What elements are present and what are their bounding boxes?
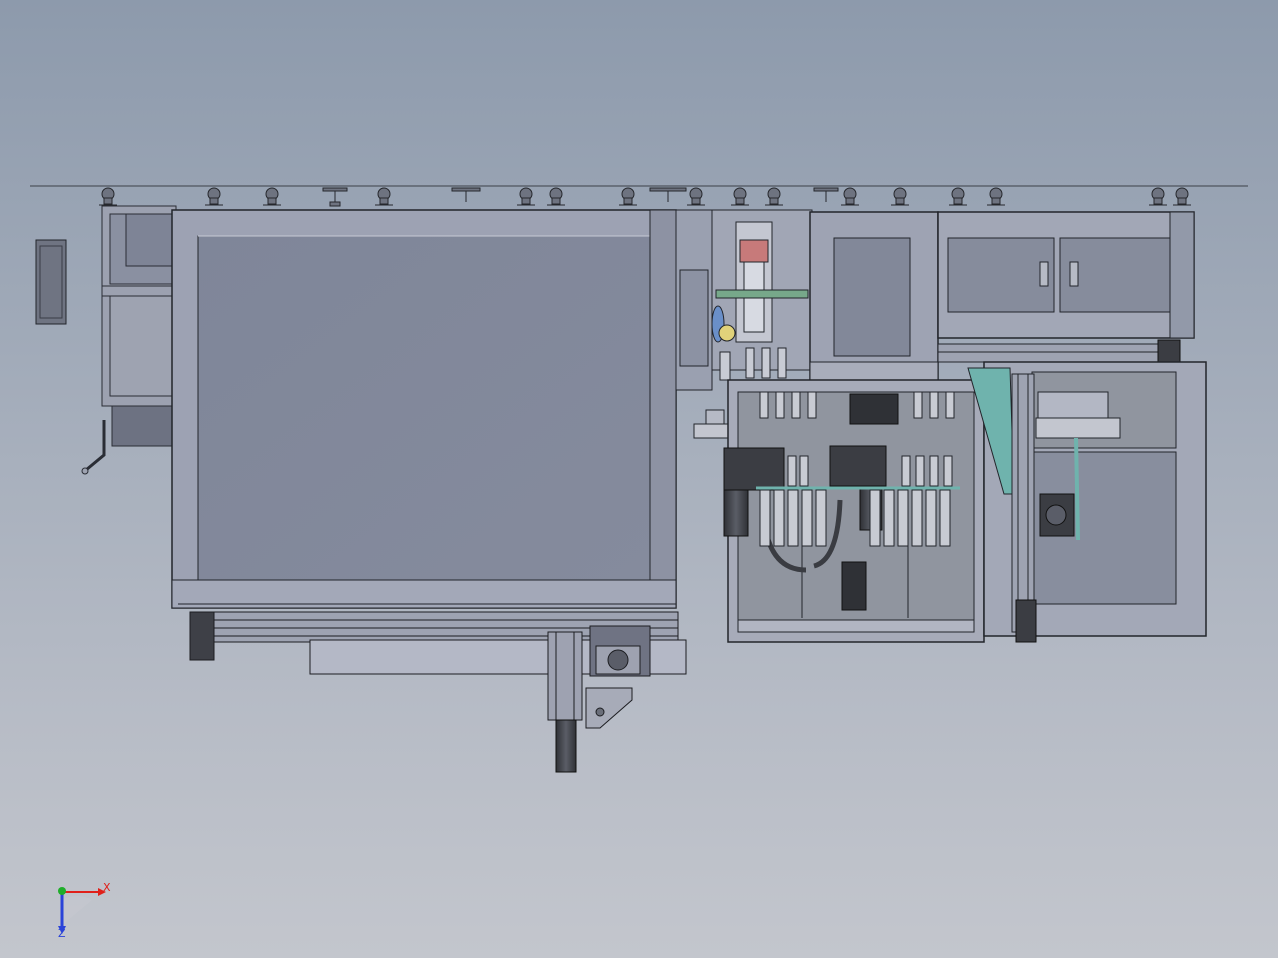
main-enclosure[interactable] xyxy=(171,209,677,609)
caster-row xyxy=(99,187,1191,207)
caster xyxy=(547,187,565,206)
left-frame xyxy=(101,205,177,447)
caster xyxy=(619,187,637,206)
axis-x-label: X xyxy=(103,881,111,894)
axis-z-label: Z xyxy=(58,927,66,940)
caster xyxy=(687,187,705,206)
caster xyxy=(891,187,909,206)
leveling-foot xyxy=(649,187,687,202)
caster xyxy=(841,187,859,206)
caster xyxy=(731,187,749,206)
leveling-foot xyxy=(813,187,839,202)
right-lower-bay[interactable] xyxy=(967,361,1207,643)
caster xyxy=(949,187,967,206)
cad-viewport[interactable]: X Z xyxy=(0,0,1278,958)
crank-handle[interactable] xyxy=(85,420,106,472)
coordinate-triad-icon: X Z xyxy=(58,881,111,940)
red-part xyxy=(739,239,769,263)
lower-linear-rail[interactable] xyxy=(189,611,687,677)
caster xyxy=(99,187,117,206)
right-upper-cabinet[interactable] xyxy=(937,211,1195,339)
caster xyxy=(1173,187,1191,206)
leveling-foot xyxy=(322,187,348,207)
leveling-foot xyxy=(451,187,481,202)
caster xyxy=(263,187,281,206)
caster xyxy=(517,187,535,206)
caster xyxy=(375,187,393,206)
caster xyxy=(987,187,1005,206)
cabinet-handle[interactable] xyxy=(1039,261,1049,287)
middle-module[interactable] xyxy=(675,209,813,391)
cabinet-handle[interactable] xyxy=(1069,261,1079,287)
caster xyxy=(1149,187,1167,206)
caster xyxy=(765,187,783,206)
central-cabinet[interactable] xyxy=(809,211,939,391)
caster xyxy=(205,187,223,206)
